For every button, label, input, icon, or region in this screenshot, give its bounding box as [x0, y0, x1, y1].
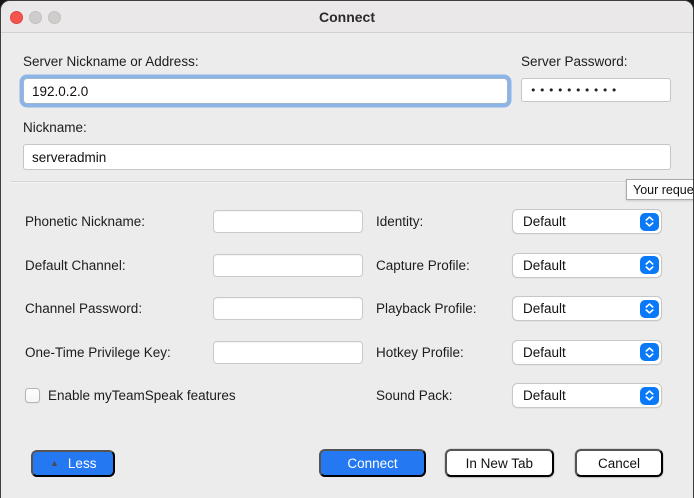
- identity-label: Identity:: [376, 214, 512, 229]
- traffic-lights: [10, 1, 61, 33]
- minimize-button: [29, 11, 42, 24]
- myteamspeak-checkbox[interactable]: [25, 388, 40, 403]
- hotkey-profile-dropdown[interactable]: Default: [512, 340, 662, 365]
- chevron-updown-icon: [640, 256, 659, 274]
- capture-profile-dropdown-value: Default: [523, 258, 566, 273]
- less-button-label: Less: [68, 456, 97, 471]
- section-divider: [11, 181, 683, 183]
- playback-profile-dropdown[interactable]: Default: [512, 296, 662, 321]
- identity-dropdown-value: Default: [523, 214, 566, 229]
- sound-pack-label: Sound Pack:: [376, 388, 512, 403]
- connection-section: Server Nickname or Address: 192.0.2.0 Se…: [1, 33, 693, 170]
- playback-profile-dropdown-value: Default: [523, 301, 566, 316]
- window-title: Connect: [1, 9, 693, 25]
- close-button[interactable]: [10, 11, 23, 24]
- capture-profile-dropdown[interactable]: Default: [512, 253, 662, 278]
- nickname-label: Nickname:: [23, 120, 671, 135]
- server-address-value: 192.0.2.0: [32, 84, 88, 99]
- connect-button[interactable]: Connect: [319, 449, 425, 477]
- hotkey-profile-dropdown-value: Default: [523, 345, 566, 360]
- connect-dialog: Connect Server Nickname or Address: 192.…: [0, 0, 694, 498]
- chevron-updown-icon: [640, 300, 659, 318]
- zoom-button: [48, 11, 61, 24]
- sound-pack-dropdown[interactable]: Default: [512, 383, 662, 408]
- nickname-input[interactable]: serveradmin: [23, 144, 671, 170]
- identity-dropdown[interactable]: Default: [512, 209, 662, 234]
- hotkey-profile-label: Hotkey Profile:: [376, 345, 512, 360]
- server-address-input[interactable]: 192.0.2.0: [23, 78, 508, 104]
- tooltip: Your reque: [626, 179, 694, 200]
- phonetic-nickname-label: Phonetic Nickname:: [25, 214, 213, 229]
- sound-pack-dropdown-value: Default: [523, 388, 566, 403]
- triangle-up-icon: ▲: [50, 459, 59, 468]
- cancel-button[interactable]: Cancel: [575, 449, 663, 477]
- capture-profile-label: Capture Profile:: [376, 258, 512, 273]
- chevron-updown-icon: [640, 213, 659, 231]
- myteamspeak-label: Enable myTeamSpeak features: [48, 388, 236, 403]
- titlebar: Connect: [1, 1, 693, 33]
- server-password-value: ••••••••••: [530, 84, 620, 97]
- less-button[interactable]: ▲ Less: [31, 450, 115, 477]
- privilege-key-input[interactable]: [213, 341, 363, 364]
- playback-profile-label: Playback Profile:: [376, 301, 512, 316]
- channel-password-input[interactable]: [213, 297, 363, 320]
- server-address-label: Server Nickname or Address:: [23, 54, 508, 69]
- default-channel-label: Default Channel:: [25, 258, 213, 273]
- in-new-tab-button[interactable]: In New Tab: [445, 449, 554, 477]
- dialog-buttons: ▲ Less Connect In New Tab Cancel: [1, 449, 693, 498]
- chevron-updown-icon: [640, 343, 659, 361]
- chevron-updown-icon: [640, 387, 659, 405]
- server-password-label: Server Password:: [521, 54, 671, 69]
- nickname-value: serveradmin: [32, 150, 106, 165]
- advanced-options-section: Phonetic Nickname: Identity: Default Def…: [1, 200, 693, 418]
- phonetic-nickname-input[interactable]: [213, 210, 363, 233]
- server-password-input[interactable]: ••••••••••: [521, 78, 671, 102]
- privilege-key-label: One-Time Privilege Key:: [25, 345, 213, 360]
- channel-password-label: Channel Password:: [25, 301, 213, 316]
- default-channel-input[interactable]: [213, 254, 363, 277]
